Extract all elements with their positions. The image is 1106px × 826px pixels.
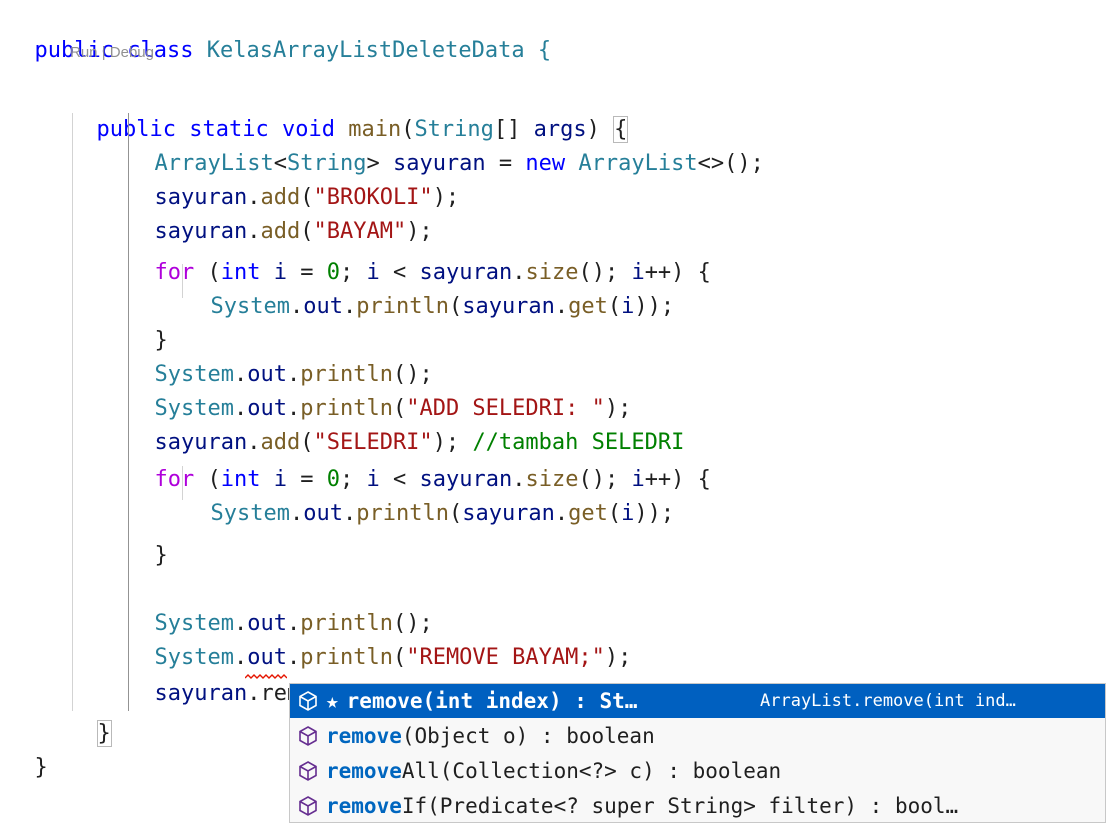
suggestion-item[interactable]: ★ remove(int index) : St… ArrayList.remo… <box>290 684 1105 718</box>
code-line-5[interactable]: sayuran.add("BAYAM"); <box>128 181 433 244</box>
code-line-10[interactable]: System.out.println("ADD SELEDRI: "); <box>128 358 632 421</box>
suggestion-detail: ArrayList.remove(int ind… <box>760 691 1016 711</box>
method-cube-icon <box>299 761 317 781</box>
code-line-18[interactable]: } <box>70 683 112 747</box>
star-icon: ★ <box>326 689 339 713</box>
suggestion-item[interactable]: removeIf(Predicate<? super String> filte… <box>290 789 1105 823</box>
code-line-12[interactable]: for (int i = 0; i < sayuran.size(); i++)… <box>128 429 711 492</box>
code-lens: Run | Debug <box>70 44 154 61</box>
indent-guide <box>72 113 73 711</box>
code-line-6[interactable]: for (int i = 0; i < sayuran.size(); i++)… <box>128 222 711 285</box>
suggestion-item[interactable]: removeAll(Collection<?> c) : boolean <box>290 754 1105 788</box>
code-line-14[interactable]: } <box>128 505 168 568</box>
code-line-1[interactable]: public class KelasArrayListDeleteData { <box>8 0 552 63</box>
code-line-15[interactable]: System.out.println(); <box>128 573 433 636</box>
code-line-11[interactable]: sayuran.add("SELEDRI"); //tambah SELEDRI <box>128 392 685 455</box>
suggestion-item[interactable]: remove(Object o) : boolean <box>290 719 1105 753</box>
code-line-13[interactable]: System.out.println(sayuran.get(i)); <box>184 463 675 526</box>
code-line-8[interactable]: } <box>128 290 168 353</box>
class-name: KelasArrayListDeleteData { <box>193 38 552 63</box>
method-cube-icon <box>299 726 317 746</box>
error-squiggle <box>245 674 287 679</box>
method-cube-icon <box>299 796 317 816</box>
code-line-9[interactable]: System.out.println(); <box>128 324 433 387</box>
autocomplete-popup: ★ remove(int index) : St… ArrayList.remo… <box>289 683 1106 823</box>
run-link[interactable]: Run <box>70 44 98 61</box>
method-cube-icon <box>299 691 317 711</box>
code-line-17-current[interactable]: sayuran.rem <box>128 643 301 706</box>
debug-link[interactable]: Debug <box>110 44 154 61</box>
matched-bracket: } <box>96 720 112 747</box>
code-line-7[interactable]: System.out.println(sayuran.get(i)); <box>184 256 675 319</box>
code-line-2[interactable]: public static void main(String[] args) { <box>70 79 629 143</box>
code-line-3[interactable]: ArrayList<String> sayuran = new ArrayLis… <box>128 113 764 176</box>
code-line-16[interactable]: System.out.println("REMOVE BAYAM;"); <box>128 607 632 670</box>
code-line-19[interactable]: } <box>8 717 48 780</box>
code-line-4[interactable]: sayuran.add("BROKOLI"); <box>128 147 460 210</box>
